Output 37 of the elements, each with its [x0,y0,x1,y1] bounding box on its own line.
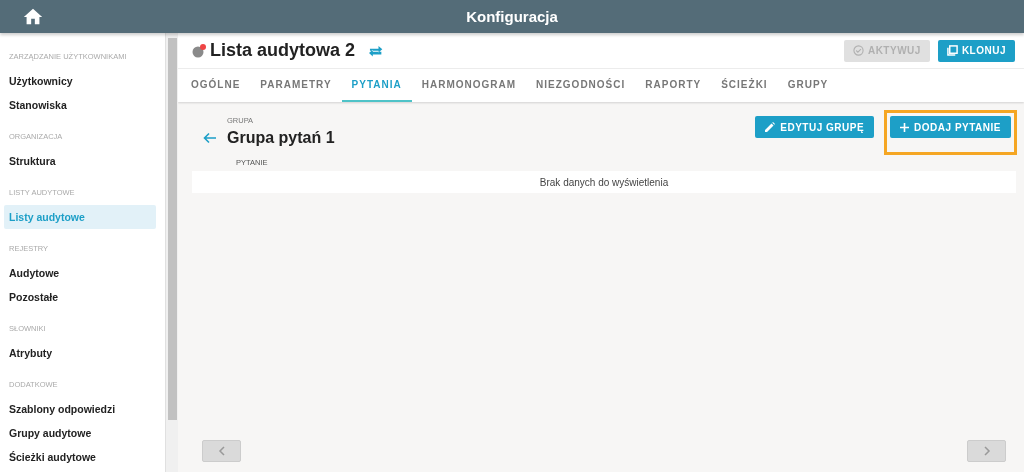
sidebar-item[interactable]: Audytowe [4,261,156,285]
tab[interactable]: OGÓLNE [181,69,251,102]
add-question-button[interactable]: DODAJ PYTANIE [890,116,1011,138]
edit-group-button[interactable]: EDYTUJ GRUPĘ [755,116,875,138]
tab[interactable]: PARAMETRY [250,69,342,102]
pencil-icon [765,122,776,132]
tab[interactable]: ŚCIEŻKI [711,69,778,102]
sidebar-item[interactable]: Atrybuty [4,341,156,365]
copy-icon [946,45,958,56]
tab[interactable]: NIEZGODNOŚCI [526,69,636,102]
sidebar-item[interactable]: Szablony odpowiedzi [4,397,156,421]
swap-icon[interactable] [369,44,384,57]
sidebar-item[interactable]: Stanowiska [4,93,156,117]
check-circle-icon [852,45,864,56]
sidebar-item[interactable]: Pozostałe [4,285,156,309]
previous-button[interactable] [202,440,241,462]
tab[interactable]: RAPORTY [635,69,712,102]
scrollbar-thumb[interactable] [168,38,177,420]
sidebar-item[interactable]: Struktura [4,149,156,173]
chevron-left-icon [217,446,226,456]
header-title: Konfiguracja [466,8,558,25]
tab[interactable]: HARMONOGRAM [411,69,527,102]
page-title: Lista audytowa 2 [210,40,356,61]
tab[interactable]: GRUPY [777,69,839,102]
next-button[interactable] [967,440,1006,462]
sidebar-item[interactable]: Grupy audytowe [4,421,156,445]
group-title: Grupa pytań 1 [227,129,335,147]
tab[interactable]: PYTANIA [341,69,412,102]
empty-message: Brak danych do wyświetlenia [539,176,669,188]
chevron-right-icon [982,446,991,456]
plus-icon [900,122,910,132]
sidebar-item[interactable]: Użytkownicy [4,69,156,93]
sidebar-item[interactable]: Listy audytowe [4,205,156,229]
scrollbar[interactable] [165,33,178,472]
sidebar-item[interactable]: Ścieżki audytowe [4,445,156,469]
clone-button[interactable]: KLONUJ [937,39,1015,62]
back-arrow-icon[interactable] [203,132,217,144]
